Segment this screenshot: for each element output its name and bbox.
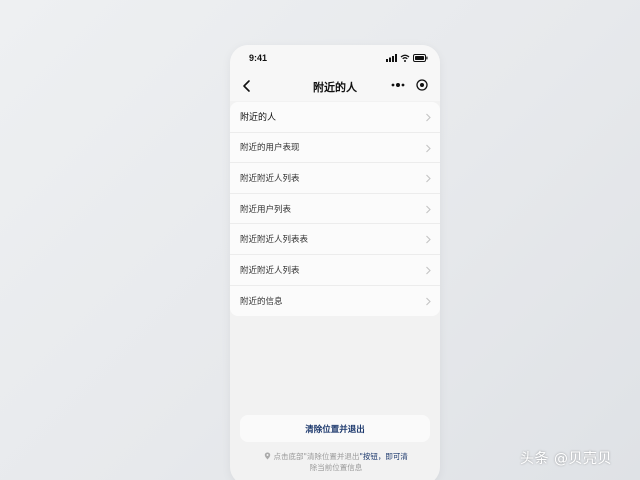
status-bar: 9:41 (230, 45, 440, 71)
clear-location-exit-button[interactable]: 清除位置并退出 (240, 415, 430, 442)
list-item[interactable]: 附近附近人列表表 (230, 224, 440, 255)
close-miniprogram-button[interactable] (413, 76, 431, 94)
list-item-label: 附近的信息 (240, 296, 283, 307)
status-time: 9:41 (249, 53, 268, 63)
chevron-right-icon (426, 297, 431, 305)
list-item[interactable]: 附近的信息 (230, 286, 440, 317)
chevron-right-icon (426, 266, 431, 275)
list-item[interactable]: 附近附近人列表 (230, 163, 440, 194)
list-item[interactable]: 附近附近人列表 (230, 255, 440, 286)
more-dots-icon (391, 83, 405, 87)
list-item-label: 附近的人 (240, 113, 277, 124)
hint-highlight: 清除位置并退出 (306, 452, 360, 461)
chevron-right-icon (426, 144, 431, 152)
wifi-icon (400, 54, 410, 62)
list-item-label: 附近附近人列表 (240, 173, 300, 184)
list-item-label: 附近附近人列表表 (240, 235, 309, 246)
chevron-right-icon (426, 235, 431, 244)
chevron-right-icon (426, 113, 431, 122)
more-button[interactable] (389, 76, 407, 94)
nearby-list: 附近的人 附近的用户表现 附近附近人列表 附近用户列表 附近附近人列表表 附近附… (230, 102, 440, 317)
watermark: 头条 @贝壳贝 (520, 451, 612, 467)
phone-frame: 9:41 附近的人 附近的人 附近的用户表现 附近附近人列表 附近用户列表 附近… (230, 45, 440, 480)
location-pin-icon (264, 452, 271, 460)
signal-icon (386, 54, 397, 62)
chevron-right-icon (426, 205, 431, 214)
list-item-label: 附近附近人列表 (240, 265, 300, 276)
navigation-bar: 附近的人 (230, 71, 440, 101)
status-icons (386, 54, 428, 62)
list-item[interactable]: 附近的用户表现 (230, 133, 440, 164)
battery-icon (413, 54, 428, 62)
hint-line-2: 除当前位置信息 (309, 463, 363, 472)
target-icon (416, 79, 428, 91)
capsule-menu (389, 76, 431, 94)
hint-prefix: 点击底部" (273, 452, 307, 461)
chevron-right-icon (426, 174, 431, 183)
list-item-label: 附近用户列表 (240, 204, 292, 215)
list-item[interactable]: 附近用户列表 (230, 194, 440, 225)
hint-suffix: "按钮，即可清 (359, 452, 408, 461)
hint-text: 点击底部"清除位置并退出"按钮，即可清 除当前位置信息 (250, 451, 422, 473)
list-item-label: 附近的用户表现 (240, 143, 300, 154)
list-item[interactable]: 附近的人 (230, 102, 440, 133)
